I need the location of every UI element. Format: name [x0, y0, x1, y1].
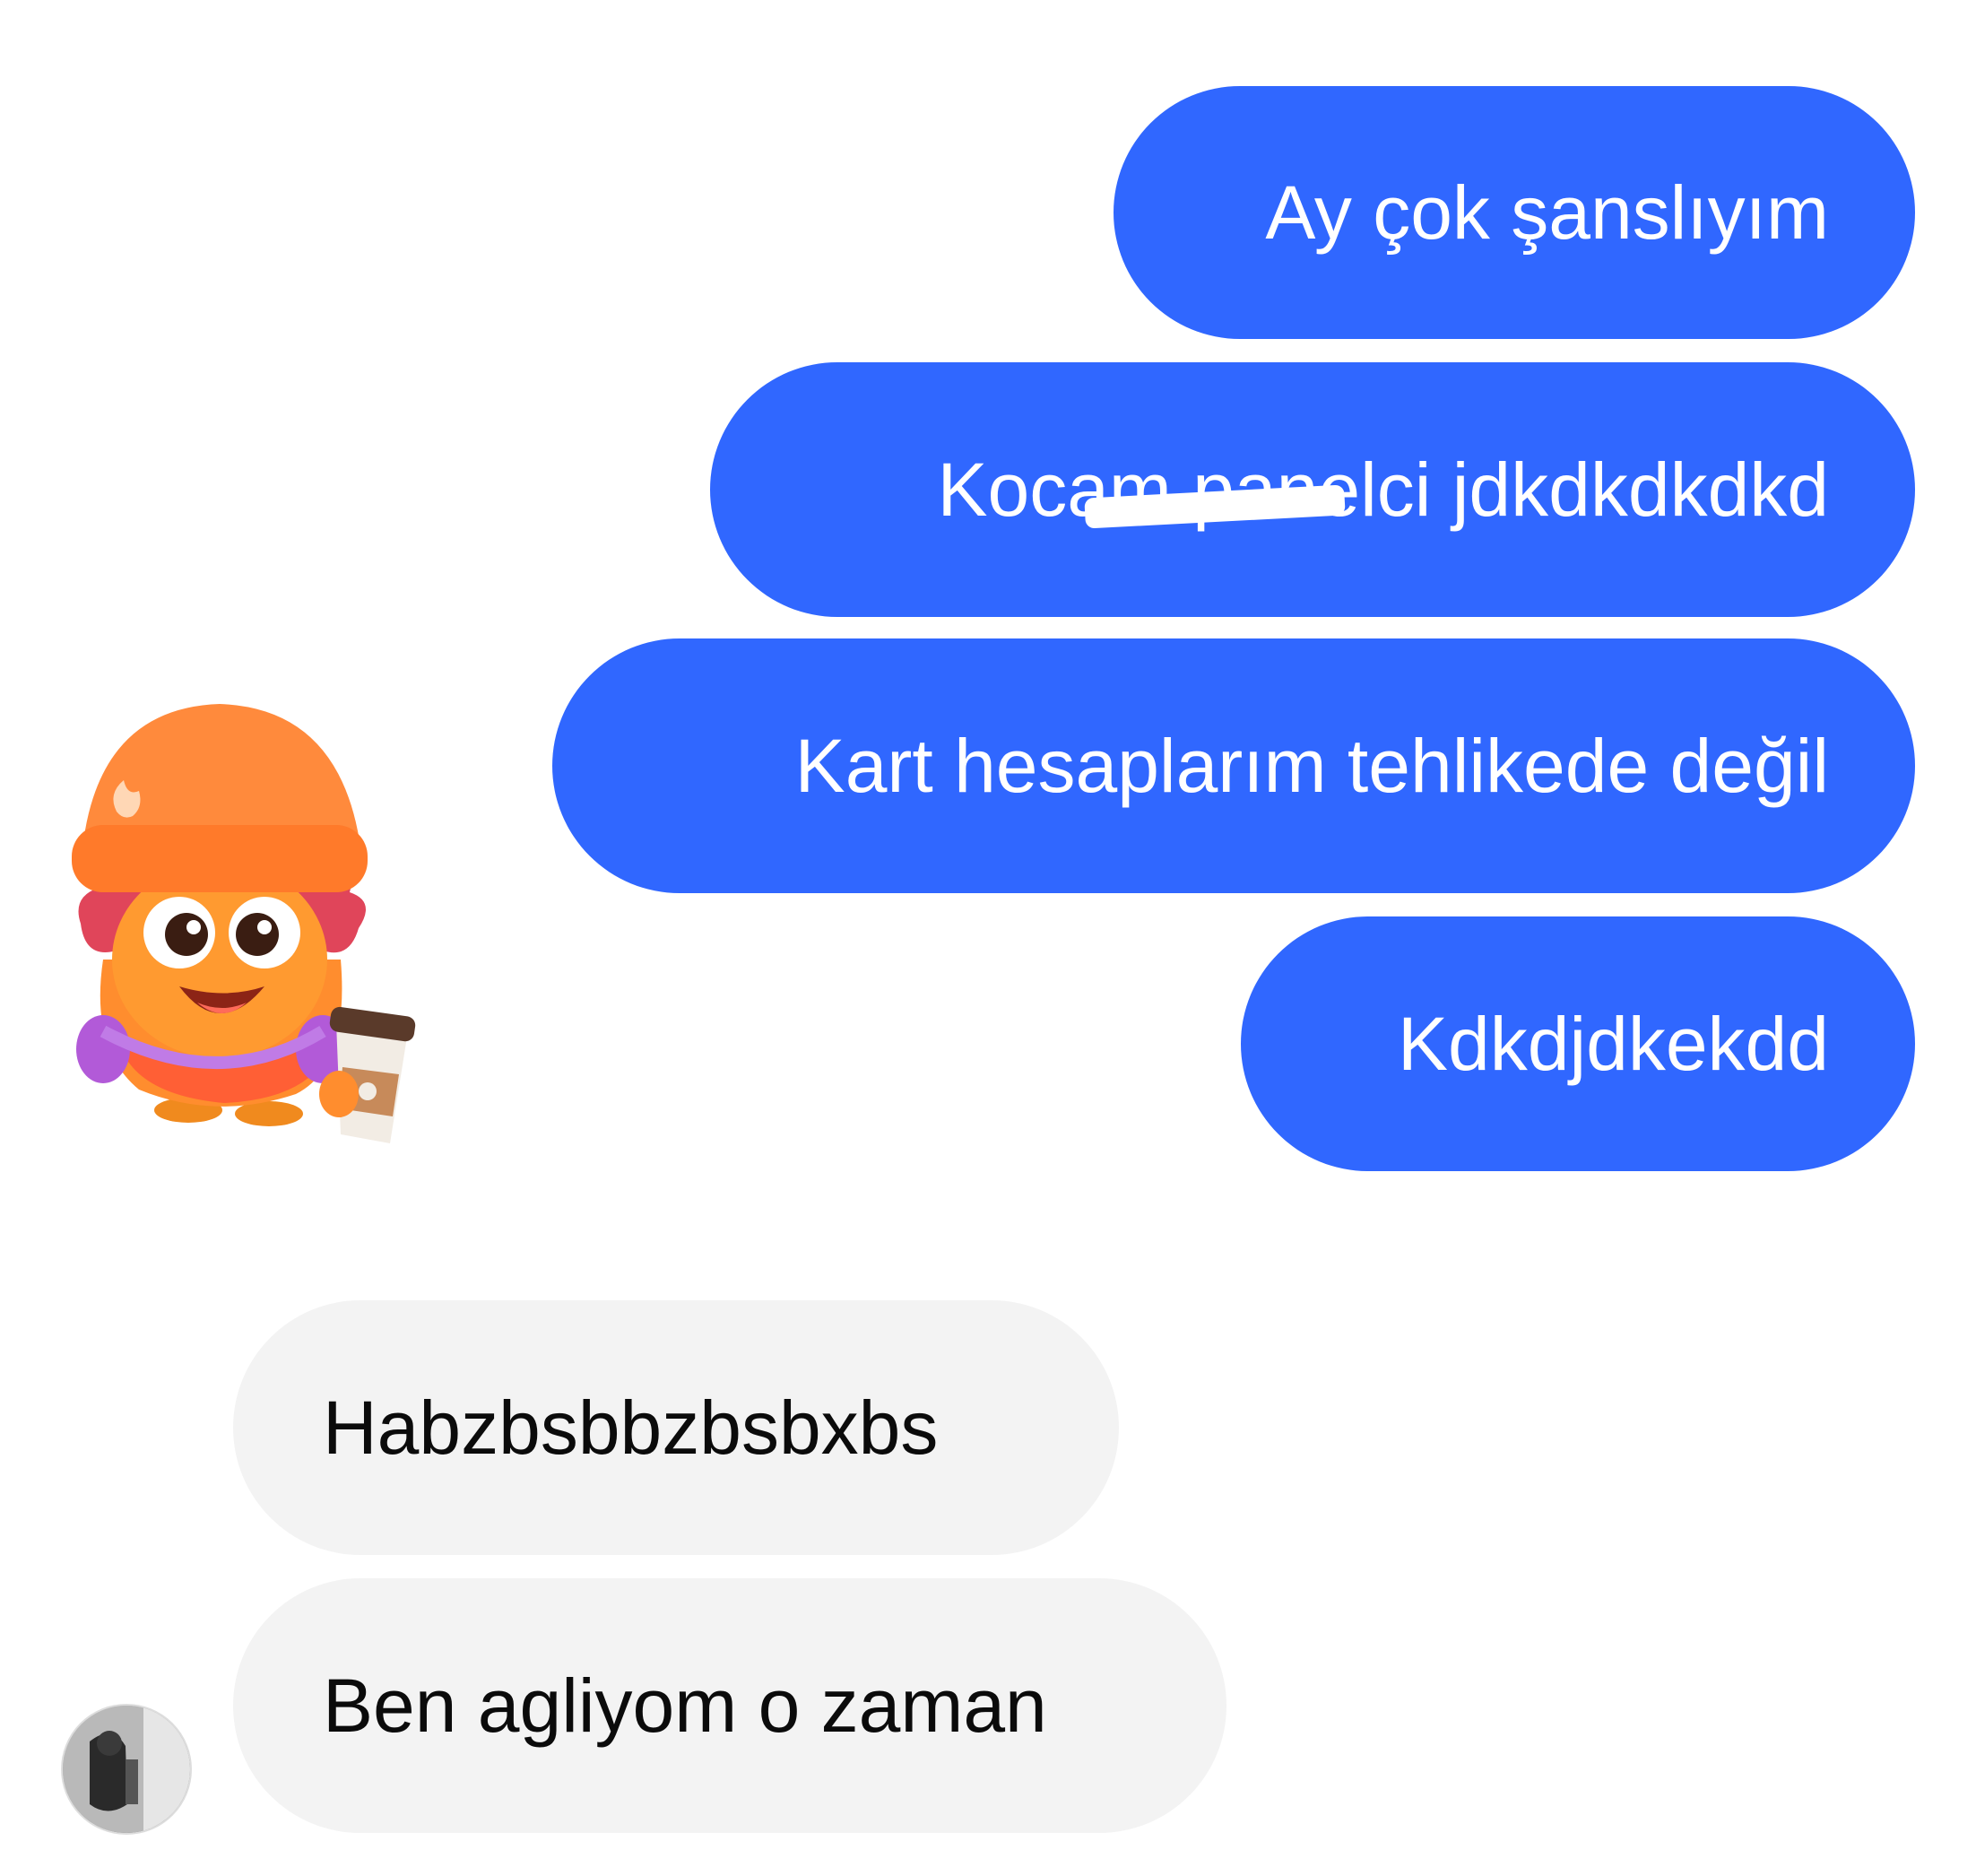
mascot-sticker[interactable] [54, 690, 430, 1157]
chat-thread: Ay çok şanslıyım Kocam panelci jdkdkdkdk… [0, 0, 1976, 1876]
sticker-icon [72, 704, 416, 1143]
message-text: Kdkdjdkekdd [1398, 1001, 1829, 1086]
message-text: Ay çok şanslıyım [1265, 169, 1829, 255]
message-text: Ben agliyom o zaman [323, 1663, 1047, 1748]
avatar-icon [63, 1706, 190, 1833]
received-message[interactable]: Ben agliyom o zaman [233, 1578, 1226, 1833]
message-text: Kocam panelci jdkdkdkdkd [937, 447, 1829, 532]
contact-avatar[interactable] [61, 1704, 192, 1835]
message-text: Kart hesaplarım tehlikede değil [794, 723, 1829, 808]
sent-message[interactable]: Kdkdjdkekdd [1241, 916, 1915, 1171]
message-text: Habzbsbbzbsbxbs [323, 1385, 939, 1470]
received-message[interactable]: Habzbsbbzbsbxbs [233, 1300, 1119, 1555]
sent-message[interactable]: Ay çok şanslıyım [1114, 86, 1915, 339]
sent-message[interactable]: Kart hesaplarım tehlikede değil [552, 638, 1915, 893]
